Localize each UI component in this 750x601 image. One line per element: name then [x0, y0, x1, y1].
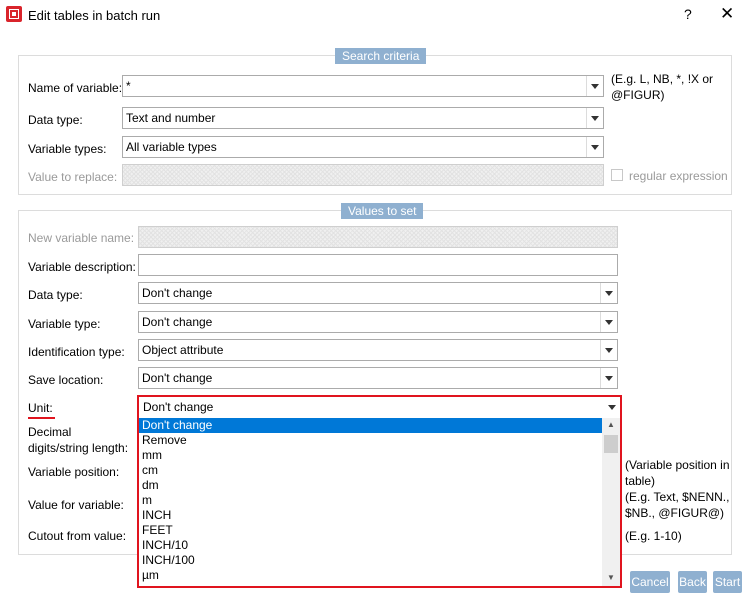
chevron-down-icon[interactable]	[604, 397, 620, 417]
variable-types-value: All variable types	[126, 140, 217, 154]
unit-option[interactable]: m	[139, 493, 602, 508]
unit-option[interactable]: dm	[139, 478, 602, 493]
unit-option[interactable]: INCH/10	[139, 538, 602, 553]
value-to-replace-input	[122, 164, 604, 186]
regular-expression-checkbox[interactable]	[611, 169, 623, 181]
unit-option[interactable]: µm	[139, 568, 602, 583]
chevron-down-icon[interactable]	[586, 137, 603, 157]
values-data-type-value: Don't change	[142, 286, 213, 300]
variable-description-input[interactable]	[138, 254, 618, 276]
chevron-down-icon[interactable]	[586, 108, 603, 128]
chevron-down-icon[interactable]	[600, 340, 617, 360]
unit-value: Don't change	[143, 400, 214, 414]
variable-type-label: Variable type:	[28, 317, 101, 331]
name-of-variable-combo[interactable]: *	[122, 75, 604, 97]
cancel-button[interactable]: Cancel	[630, 571, 670, 593]
unit-list-scrollbar[interactable]: ▲ ▼	[602, 418, 620, 586]
close-icon[interactable]: ✕	[720, 4, 734, 24]
values-data-type-label: Data type:	[28, 288, 83, 302]
unit-option[interactable]: FEET	[139, 523, 602, 538]
save-location-combo[interactable]: Don't change	[138, 367, 618, 389]
window-title: Edit tables in batch run	[28, 8, 161, 23]
chevron-down-icon[interactable]	[600, 312, 617, 332]
chevron-down-icon[interactable]	[600, 283, 617, 303]
regular-expression-label: regular expression	[629, 169, 728, 183]
unit-option[interactable]: Remove	[139, 433, 602, 448]
variable-type-combo[interactable]: Don't change	[138, 311, 618, 333]
values-data-type-combo[interactable]: Don't change	[138, 282, 618, 304]
unit-options-list[interactable]: Don't change Remove mm cm dm m INCH FEET…	[139, 418, 602, 586]
name-of-variable-hint: (E.g. L, NB, *, !X or @FIGUR)	[611, 72, 714, 102]
identification-type-label: Identification type:	[28, 345, 125, 359]
save-location-label: Save location:	[28, 373, 104, 387]
data-type-value: Text and number	[126, 111, 216, 125]
value-to-replace-label: Value to replace:	[28, 170, 118, 184]
value-for-variable-label: Value for variable:	[28, 498, 124, 512]
identification-type-combo[interactable]: Object attribute	[138, 339, 618, 361]
app-logo-icon	[6, 6, 22, 22]
unit-option[interactable]: Don't change	[139, 418, 602, 433]
value-for-variable-hint: (E.g. Text, $NENN., $NB., @FIGUR@)	[625, 490, 730, 520]
save-location-value: Don't change	[142, 371, 213, 385]
name-of-variable-label: Name of variable:	[28, 81, 123, 95]
name-of-variable-value: *	[126, 79, 131, 93]
values-to-set-legend: Values to set	[341, 203, 424, 219]
new-variable-name-input	[138, 226, 618, 248]
start-button[interactable]: Start	[713, 571, 742, 593]
scrollbar-thumb[interactable]	[604, 435, 618, 453]
scroll-down-icon[interactable]: ▼	[602, 573, 620, 582]
unit-option[interactable]: INCH/100	[139, 553, 602, 568]
data-type-label: Data type:	[28, 113, 83, 127]
chevron-down-icon[interactable]	[600, 368, 617, 388]
search-criteria-legend: Search criteria	[335, 48, 427, 64]
new-variable-name-label: New variable name:	[28, 231, 135, 245]
data-type-combo[interactable]: Text and number	[122, 107, 604, 129]
unit-option[interactable]: cm	[139, 463, 602, 478]
chevron-down-icon[interactable]	[586, 76, 603, 96]
unit-label: Unit:	[28, 401, 53, 415]
identification-type-value: Object attribute	[142, 343, 224, 357]
unit-label-highlight	[28, 417, 55, 419]
decimal-digits-label: Decimal digits/string length:	[28, 425, 129, 455]
cutout-from-value-hint: (E.g. 1-10)	[625, 529, 682, 543]
unit-option[interactable]: INCH	[139, 508, 602, 523]
scroll-up-icon[interactable]: ▲	[602, 420, 620, 429]
back-button[interactable]: Back	[678, 571, 707, 593]
unit-combo[interactable]: Don't change	[139, 397, 620, 418]
variable-position-hint: (Variable position in table)	[625, 458, 730, 488]
cutout-from-value-label: Cutout from value:	[28, 529, 127, 543]
variable-types-label: Variable types:	[28, 142, 107, 156]
unit-option[interactable]: mm	[139, 448, 602, 463]
variable-position-label: Variable position:	[28, 465, 120, 479]
variable-description-label: Variable description:	[28, 260, 136, 274]
help-icon[interactable]: ?	[684, 6, 692, 22]
variable-type-value: Don't change	[142, 315, 213, 329]
variable-types-combo[interactable]: All variable types	[122, 136, 604, 158]
